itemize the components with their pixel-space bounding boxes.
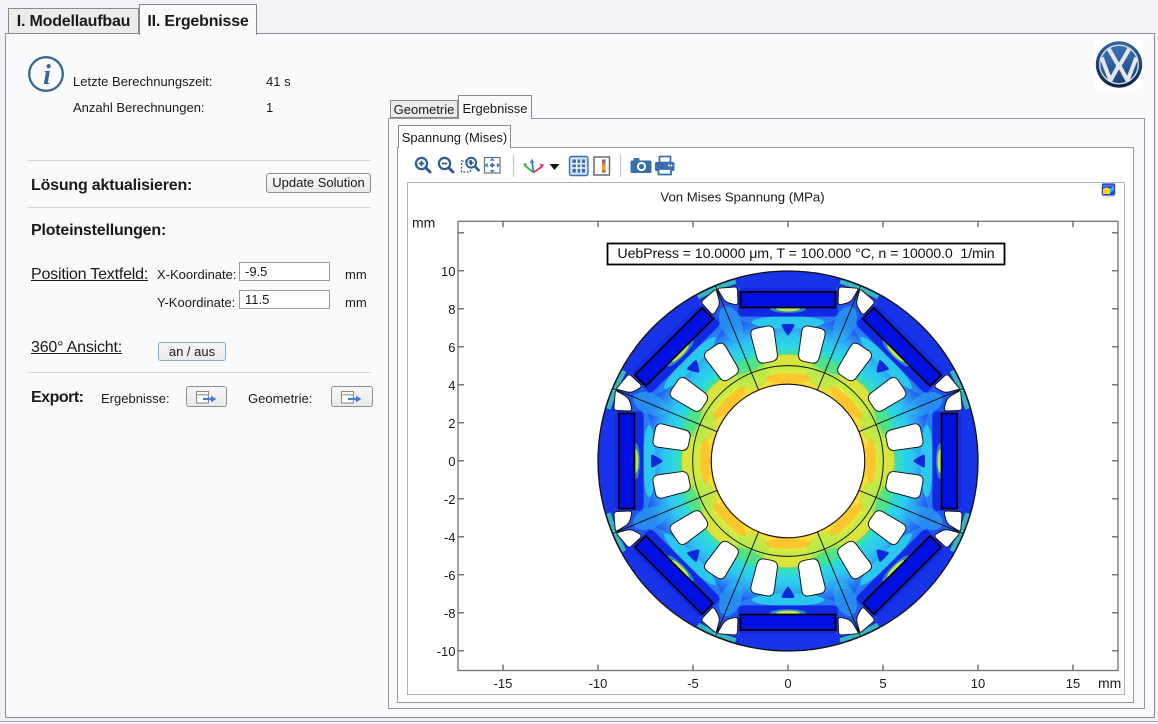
- svg-text:2: 2: [448, 416, 455, 431]
- svg-text:-6: -6: [444, 568, 456, 583]
- svg-text:UebPress = 10.0000 μm, T = 100: UebPress = 10.0000 μm, T = 100.000 °C, n…: [617, 246, 994, 262]
- svg-text:-10: -10: [437, 644, 456, 659]
- svg-text:4: 4: [448, 378, 455, 393]
- svg-text:10: 10: [971, 676, 985, 691]
- svg-text:8: 8: [448, 302, 455, 317]
- svg-text:mm: mm: [412, 215, 435, 231]
- svg-text:-2: -2: [444, 492, 456, 507]
- svg-text:15: 15: [1066, 676, 1080, 691]
- svg-text:6: 6: [448, 340, 455, 355]
- svg-text:-4: -4: [444, 530, 456, 545]
- svg-text:-15: -15: [494, 676, 513, 691]
- svg-text:Von Mises Spannung (MPa): Von Mises Spannung (MPa): [660, 190, 824, 205]
- svg-text:mm: mm: [1098, 675, 1121, 691]
- svg-text:0: 0: [784, 676, 791, 691]
- svg-text:-8: -8: [444, 606, 456, 621]
- svg-text:0: 0: [448, 454, 455, 469]
- svg-text:5: 5: [879, 676, 886, 691]
- svg-text:-10: -10: [589, 676, 608, 691]
- svg-text:-5: -5: [687, 676, 699, 691]
- svg-text:10: 10: [441, 264, 455, 279]
